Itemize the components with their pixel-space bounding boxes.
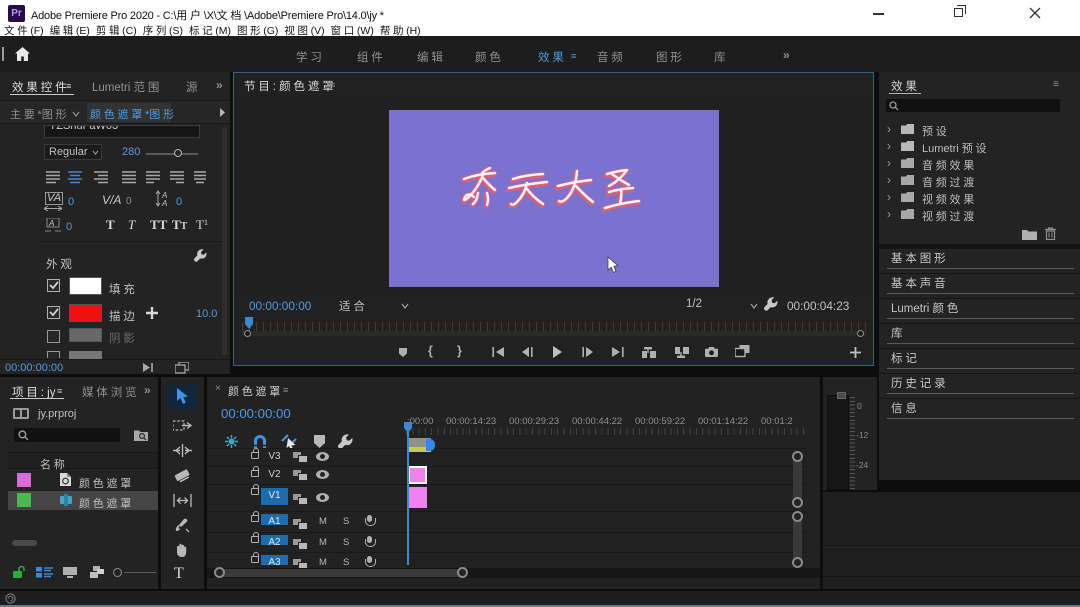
svg-text:A: A bbox=[161, 199, 167, 207]
svg-text:A: A bbox=[48, 219, 54, 228]
